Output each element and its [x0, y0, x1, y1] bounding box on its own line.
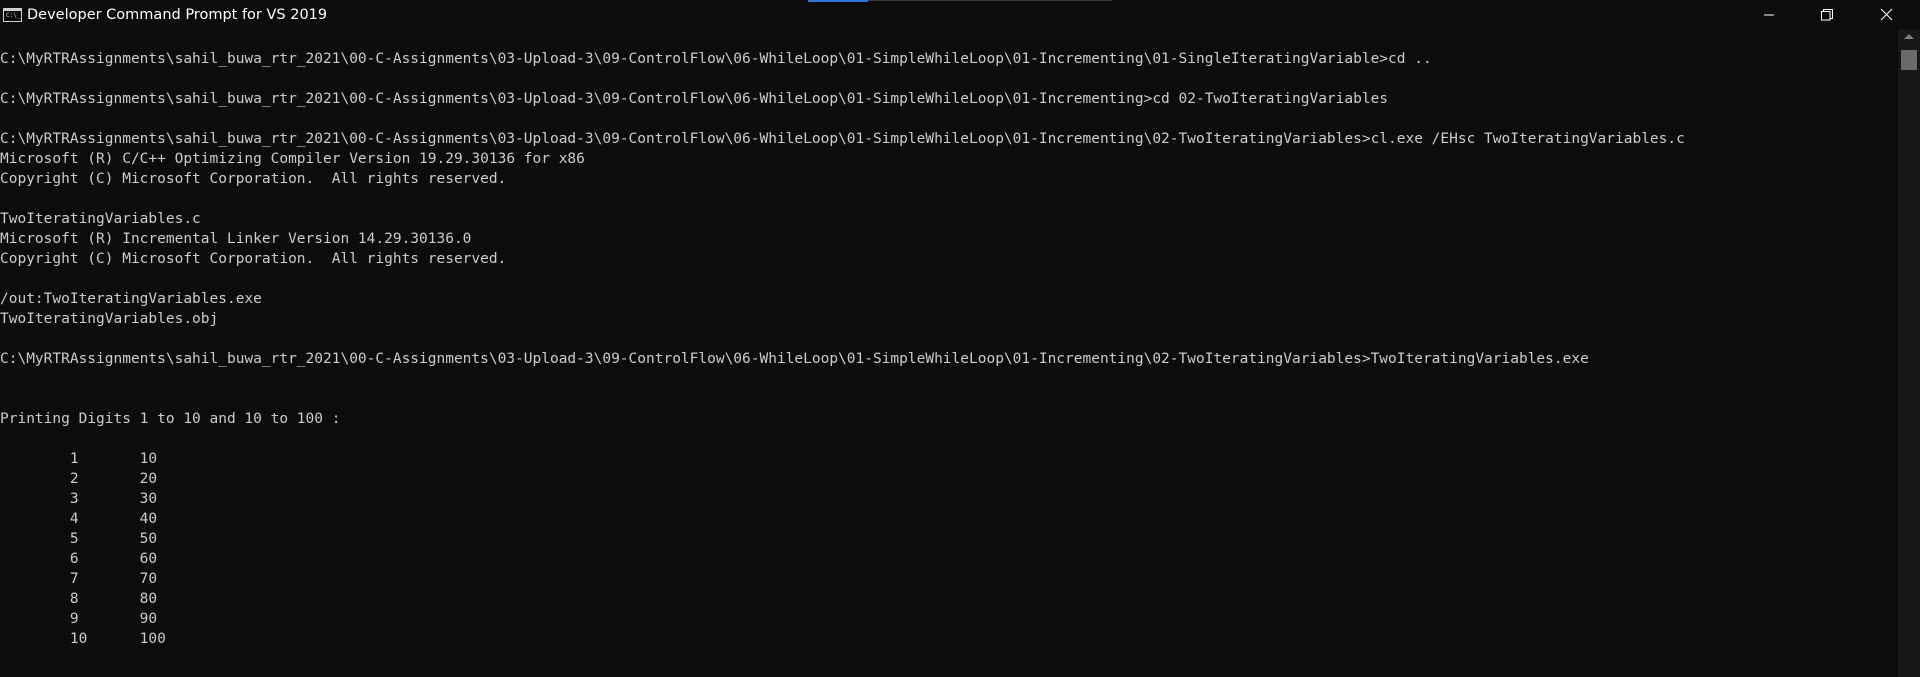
console-line: TwoIteratingVariables.c [0, 211, 201, 227]
console-line: 8 80 [0, 591, 158, 607]
console-line: C:\MyRTRAssignments\sahil_buwa_rtr_2021\… [0, 131, 1685, 147]
command-prompt-window: C:\_ Developer Command Prompt for VS 201… [0, 0, 1920, 677]
console-line: 4 40 [0, 511, 158, 527]
console-line: 3 30 [0, 491, 158, 507]
minimize-icon [1764, 14, 1774, 15]
scrollbar-thumb[interactable] [1901, 50, 1917, 70]
scroll-up-icon[interactable] [1904, 34, 1914, 39]
close-icon [1880, 8, 1892, 21]
vertical-scrollbar[interactable] [1898, 29, 1920, 677]
console-line: Microsoft (R) C/C++ Optimizing Compiler … [0, 151, 585, 167]
title-bar-divider [868, 0, 1112, 1]
console-line: 2 20 [0, 471, 158, 487]
console-line: C:\MyRTRAssignments\sahil_buwa_rtr_2021\… [0, 51, 1432, 67]
minimize-button[interactable] [1740, 0, 1798, 29]
console-line: TwoIteratingVariables.obj [0, 311, 219, 327]
title-bar-accent [808, 0, 868, 2]
console-line: 10 100 [0, 631, 166, 647]
console-app-icon-glyph: C:\_ [6, 11, 21, 19]
console-line: Copyright (C) Microsoft Corporation. All… [0, 251, 507, 267]
console-app-icon[interactable]: C:\_ [3, 7, 22, 22]
console-line: 7 70 [0, 571, 158, 587]
window-title: Developer Command Prompt for VS 2019 [27, 6, 328, 23]
title-bar[interactable]: C:\_ Developer Command Prompt for VS 201… [0, 0, 1920, 29]
console-line: 6 60 [0, 551, 158, 567]
restore-icon [1821, 8, 1833, 20]
console-line: Copyright (C) Microsoft Corporation. All… [0, 171, 507, 187]
console-line: 5 50 [0, 531, 158, 547]
console-line: C:\MyRTRAssignments\sahil_buwa_rtr_2021\… [0, 351, 1589, 367]
console-line: C:\MyRTRAssignments\sahil_buwa_rtr_2021\… [0, 91, 1389, 107]
console-line: Printing Digits 1 to 10 and 10 to 100 : [0, 411, 341, 427]
console-line: Microsoft (R) Incremental Linker Version… [0, 231, 472, 247]
console-line: 1 10 [0, 451, 158, 467]
close-button[interactable] [1857, 0, 1915, 29]
restore-button[interactable] [1798, 0, 1856, 29]
console-output[interactable]: C:\MyRTRAssignments\sahil_buwa_rtr_2021\… [0, 29, 1898, 677]
console-line: /out:TwoIteratingVariables.exe [0, 291, 262, 307]
console-line: 9 90 [0, 611, 158, 627]
